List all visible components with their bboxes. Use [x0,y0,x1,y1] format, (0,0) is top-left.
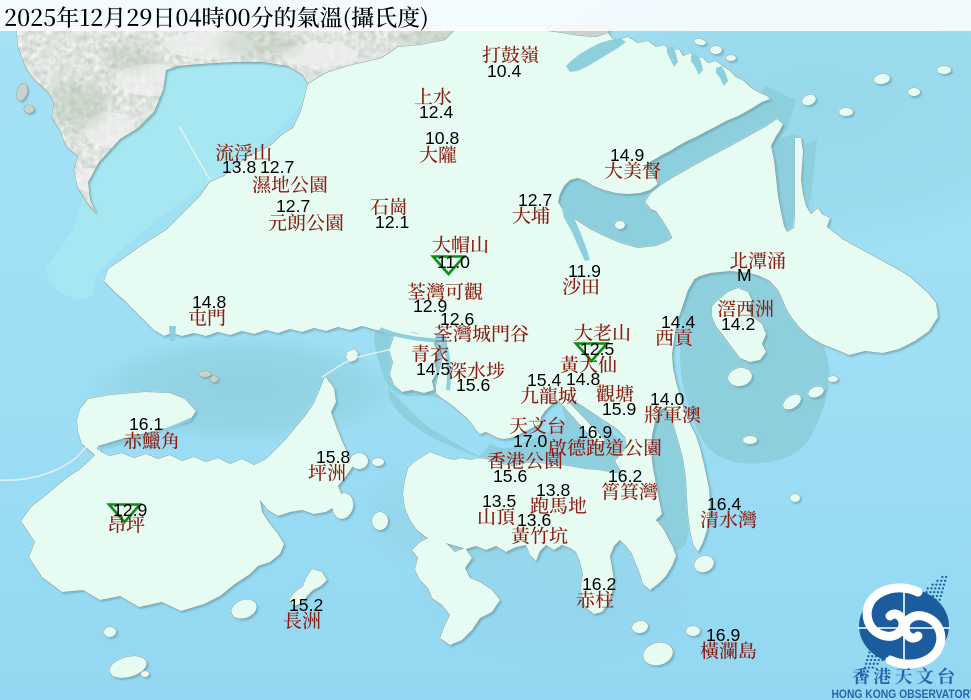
svg-text:12.6: 12.6 [440,309,474,329]
svg-text:11.9: 11.9 [568,261,601,281]
svg-text:12.4: 12.4 [419,102,453,122]
svg-text:14.2: 14.2 [721,314,755,334]
svg-text:16.9: 16.9 [706,625,740,645]
svg-text:15.2: 15.2 [289,595,323,615]
svg-text:16.2: 16.2 [582,574,616,594]
svg-text:15.8: 15.8 [316,447,350,467]
svg-text:12.7: 12.7 [518,190,552,210]
svg-text:12.7: 12.7 [260,157,294,177]
svg-text:10.8: 10.8 [425,128,459,148]
svg-text:13.5: 13.5 [482,491,516,511]
svg-text:14.4: 14.4 [661,312,695,332]
svg-text:15.4: 15.4 [527,370,561,390]
svg-text:15.6: 15.6 [456,375,490,395]
svg-text:14.8: 14.8 [192,292,226,312]
svg-text:14.9: 14.9 [610,145,644,165]
svg-text:13.6: 13.6 [517,510,551,530]
svg-text:15.6: 15.6 [493,466,527,486]
svg-text:HONG KONG OBSERVATORY: HONG KONG OBSERVATORY [831,688,971,700]
svg-text:15.9: 15.9 [602,399,636,419]
svg-text:14.8: 14.8 [566,369,600,389]
svg-text:13.8: 13.8 [536,480,570,500]
svg-text:17.0: 17.0 [513,431,547,451]
svg-text:11.0: 11.0 [437,252,470,272]
svg-text:14.5: 14.5 [416,359,450,379]
svg-text:16.9: 16.9 [578,422,612,442]
svg-text:13.8: 13.8 [222,157,256,177]
svg-text:16.1: 16.1 [129,414,163,434]
svg-text:14.0: 14.0 [650,389,684,409]
svg-text:10.4: 10.4 [487,61,521,81]
svg-text:12.7: 12.7 [276,196,310,216]
svg-text:M: M [737,265,752,285]
svg-text:16.4: 16.4 [707,494,741,514]
svg-text:16.2: 16.2 [608,466,642,486]
svg-text:12.9: 12.9 [113,500,147,520]
svg-text:12.1: 12.1 [375,212,409,232]
